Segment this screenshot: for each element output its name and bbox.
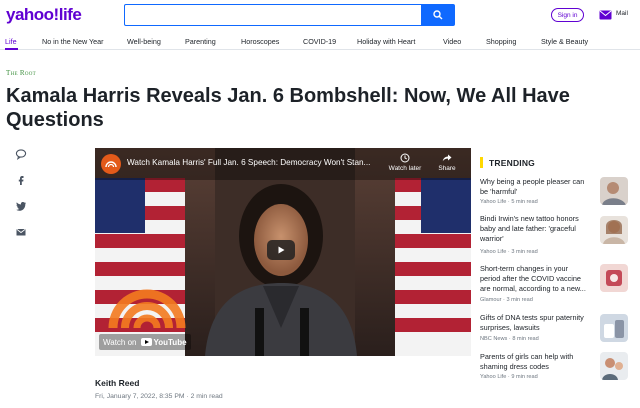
source-logo[interactable]: The Root xyxy=(6,69,36,77)
trending-heading: TRENDING xyxy=(489,158,535,168)
trending-thumbnail[interactable] xyxy=(600,177,628,205)
trending-read-time: 3 min read xyxy=(506,297,533,303)
twitter-icon[interactable] xyxy=(15,200,27,212)
trending-accent xyxy=(480,157,483,168)
trending-title[interactable]: Why being a people pleaser can be 'harmf… xyxy=(480,177,588,197)
nav-item-video[interactable]: Video xyxy=(443,37,461,46)
trending-thumbnail[interactable] xyxy=(600,314,628,342)
trending-meta: Glamour · 3 min read xyxy=(480,297,533,303)
video-title[interactable]: Watch Kamala Harris' Full Jan. 6 Speech:… xyxy=(127,158,387,167)
watch-later-button[interactable]: Watch later xyxy=(387,153,423,172)
nav-item-style-beauty[interactable]: Style & Beauty xyxy=(541,37,588,46)
mail-icon[interactable] xyxy=(599,8,612,21)
youtube-wordmark: YouTube xyxy=(153,337,187,347)
video-share-button[interactable]: Share xyxy=(433,153,461,172)
clock-icon xyxy=(400,153,410,163)
trending-item[interactable]: Why being a people pleaser can be 'harmf… xyxy=(480,177,630,213)
search-icon xyxy=(433,10,443,20)
play-button[interactable] xyxy=(267,240,295,260)
active-tab-indicator xyxy=(5,48,18,50)
trending-title[interactable]: Parents of girls can help with shaming d… xyxy=(480,352,588,372)
trending-meta: Yahoo Life · 3 min read xyxy=(480,249,538,255)
trending-meta: NBC News · 8 min read xyxy=(480,336,539,342)
publish-info: Fri, January 7, 2022, 8:35 PM · 2 min re… xyxy=(95,393,223,400)
yahoo-life-logo[interactable]: yahoo!life xyxy=(6,5,82,25)
trending-read-time: 5 min read xyxy=(511,199,538,205)
nav-item-well-being[interactable]: Well-being xyxy=(127,37,161,46)
site-header: yahoo!life Sign in Mail xyxy=(0,0,640,32)
video-player[interactable]: Watch Kamala Harris' Full Jan. 6 Speech:… xyxy=(95,148,471,356)
main-nav: Life No in the New Year Well-being Paren… xyxy=(0,33,640,50)
youtube-play-icon xyxy=(140,338,152,346)
email-icon[interactable] xyxy=(15,226,27,238)
trending-source: Glamour xyxy=(480,297,502,303)
watch-later-label: Watch later xyxy=(388,165,422,172)
share-label: Share xyxy=(438,165,456,172)
search-button[interactable] xyxy=(421,4,455,26)
trending-read-time: 8 min read xyxy=(512,336,539,342)
trending-source: Yahoo Life xyxy=(480,374,507,380)
publish-date: Fri, January 7, 2022, 8:35 PM xyxy=(95,393,185,400)
youtube-logo: YouTube xyxy=(140,337,187,347)
share-arrow-icon xyxy=(442,154,452,162)
read-time: 2 min read xyxy=(190,393,223,400)
trending-meta: Yahoo Life · 5 min read xyxy=(480,199,538,205)
trending-thumbnail[interactable] xyxy=(600,264,628,292)
search-input[interactable] xyxy=(124,4,422,26)
article-headline: Kamala Harris Reveals Jan. 6 Bombshell: … xyxy=(6,85,570,131)
trending-thumbnail[interactable] xyxy=(600,216,628,244)
today-logo-icon xyxy=(105,161,117,168)
nav-item-parenting[interactable]: Parenting xyxy=(185,37,216,46)
trending-source: Yahoo Life xyxy=(480,199,507,205)
trending-title[interactable]: Gifts of DNA tests spur paternity surpri… xyxy=(480,313,588,333)
mail-label[interactable]: Mail xyxy=(616,10,628,17)
trending-read-time: 9 min read xyxy=(511,374,538,380)
trending-source: NBC News xyxy=(480,336,508,342)
nav-item-covid[interactable]: COVID-19 xyxy=(303,37,336,46)
author-name[interactable]: Keith Reed xyxy=(95,378,139,388)
watch-on-label: Watch on xyxy=(103,337,137,347)
trending-meta: Yahoo Life · 9 min read xyxy=(480,374,538,380)
nav-item-horoscopes[interactable]: Horoscopes xyxy=(241,37,279,46)
trending-read-time: 3 min read xyxy=(511,249,538,255)
signin-button[interactable]: Sign in xyxy=(551,8,584,22)
nav-item-holiday[interactable]: Holiday with Heart xyxy=(357,37,415,46)
facebook-icon[interactable] xyxy=(15,174,27,186)
trending-item[interactable]: Bindi Irwin's new tattoo honors baby and… xyxy=(480,214,630,258)
nav-item-life[interactable]: Life xyxy=(5,37,17,46)
play-icon xyxy=(278,246,285,254)
trending-title[interactable]: Short-term changes in your period after … xyxy=(480,264,588,294)
trending-thumbnail[interactable] xyxy=(600,352,628,380)
trending-item[interactable]: Short-term changes in your period after … xyxy=(480,264,630,308)
watch-on-youtube[interactable]: Watch on YouTube xyxy=(99,334,191,350)
channel-avatar[interactable] xyxy=(101,154,121,174)
comment-icon[interactable] xyxy=(15,148,27,160)
trending-item[interactable]: Gifts of DNA tests spur paternity surpri… xyxy=(480,313,630,349)
nav-item-new-year[interactable]: No in the New Year xyxy=(42,37,104,46)
trending-item[interactable]: Parents of girls can help with shaming d… xyxy=(480,352,630,388)
trending-title[interactable]: Bindi Irwin's new tattoo honors baby and… xyxy=(480,214,588,244)
trending-source: Yahoo Life xyxy=(480,249,507,255)
nav-item-shopping[interactable]: Shopping xyxy=(486,37,516,46)
